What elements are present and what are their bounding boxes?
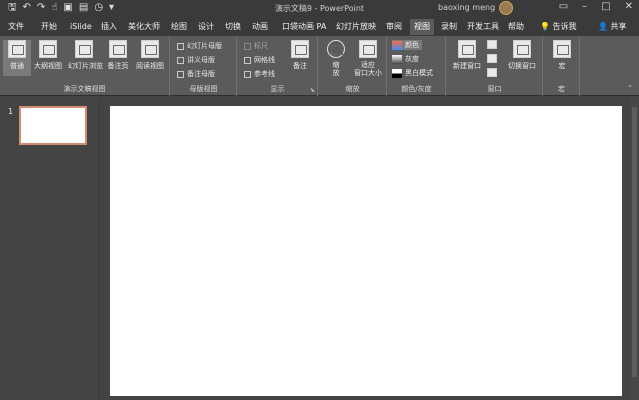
gridlines-checkbox[interactable]: 网格线 [244,55,275,65]
tab-draw[interactable]: 绘图 [171,19,187,35]
zoom-button[interactable]: 缩 放 [322,40,350,77]
group-color-grayscale: 颜色 灰度 黑白模式 颜色/灰度 [388,36,446,96]
move-split-icon[interactable] [487,68,497,77]
ruler-checkbox[interactable]: 标尺 [244,41,268,51]
minimize-icon[interactable]: – [582,1,587,12]
tab-home[interactable]: 开始 [41,19,57,35]
tab-design[interactable]: 设计 [198,19,214,35]
fit-window-icon [359,40,377,58]
ribbon: 普通 大纲视图 幻灯片浏览 备注页 阅读视图 演示文稿视图 幻灯片母版 讲义母版… [0,36,639,96]
normal-view-button[interactable]: 普通 [3,40,31,76]
grayscale-icon [392,54,402,64]
group-master-views: 幻灯片母版 讲义母版 备注母版 母版视图 [171,36,237,96]
black-white-icon [392,68,402,78]
person-icon: 👤 [598,22,611,31]
avatar[interactable] [499,1,513,15]
tab-transitions[interactable]: 切换 [225,19,241,35]
group-label: 演示文稿视图 [63,85,106,93]
tab-view[interactable]: 视图 [410,19,434,35]
color-option[interactable]: 颜色 [392,40,422,50]
group-label: 缩放 [345,85,360,93]
workspace: 1 [0,97,639,400]
notes-master-icon [177,70,184,78]
window-controls: ▭ – □ ✕ [559,1,633,12]
group-label: 颜色/灰度 [401,85,432,93]
tab-islide[interactable]: iSlide [70,19,92,35]
group-label: 宏 [558,85,565,93]
notes-icon [291,40,309,58]
notes-master-button[interactable]: 备注母版 [177,69,215,79]
outline-view-icon [39,40,57,58]
macros-button[interactable]: 宏 [548,40,576,76]
checkbox-icon [244,56,251,64]
group-macros: 宏 宏 [544,36,580,96]
ribbon-tabs: 文件 开始 iSlide 插入 美化大师 绘图 设计 切换 动画 口袋动画 PA… [0,16,639,36]
tab-beautify-master[interactable]: 美化大师 [128,19,160,35]
switch-windows-icon [513,40,531,58]
group-show: 标尺 网格线 参考线 备注 ⬊ 显示 [238,36,318,96]
new-window-icon [458,40,476,58]
color-icon [392,40,402,50]
group-window: 新建窗口 切换窗口 窗口 [447,36,543,96]
slide-canvas[interactable] [110,106,622,396]
cascade-icon[interactable] [487,54,497,63]
slide-master-icon [177,42,184,50]
group-label: 显示 [270,85,285,93]
notes-page-button[interactable]: 备注页 [104,40,132,76]
grayscale-option[interactable]: 灰度 [392,54,419,64]
close-icon[interactable]: ✕ [625,1,633,12]
tell-me-search[interactable]: 💡 告诉我 [540,19,577,35]
checkbox-icon [244,70,251,78]
tab-record[interactable]: 录制 [441,19,457,35]
slide-sorter-icon [75,40,93,58]
checkbox-icon [244,42,251,50]
slide-thumbnail-pane: 1 [0,97,100,400]
magnifier-icon [327,40,345,58]
new-window-button[interactable]: 新建窗口 [451,40,483,76]
notes-page-icon [109,40,127,58]
tab-animations[interactable]: 动画 [252,19,268,35]
reading-view-icon [141,40,159,58]
arrange-all-icon[interactable] [487,40,497,49]
tab-file[interactable]: 文件 [8,19,24,35]
group-label: 母版视图 [189,85,218,93]
share-button[interactable]: 👤 共享 [598,19,627,35]
slide-number: 1 [8,107,14,116]
handout-master-button[interactable]: 讲义母版 [177,55,215,65]
tab-insert[interactable]: 插入 [101,19,117,35]
group-zoom: 缩 放 适应 窗口大小 缩放 [319,36,387,96]
macro-icon [553,40,571,58]
black-white-option[interactable]: 黑白模式 [392,68,433,78]
scrollbar-thumb[interactable] [632,107,637,377]
outline-view-button[interactable]: 大纲视图 [34,40,62,76]
tab-slideshow[interactable]: 幻灯片放映 [336,19,376,35]
vertical-scrollbar[interactable] [630,97,639,400]
tab-review[interactable]: 审阅 [386,19,402,35]
fit-to-window-button[interactable]: 适应 窗口大小 [351,40,385,77]
group-label: 窗口 [487,85,502,93]
slide-master-button[interactable]: 幻灯片母版 [177,41,222,51]
maximize-icon[interactable]: □ [601,1,610,12]
normal-view-icon [8,40,26,58]
switch-windows-button[interactable]: 切换窗口 [505,40,539,76]
title-bar: 🖫 ↶ ↷ ☝ ▣ ▤ ◷ ▾ 演示文稿9 - PowerPoint baoxi… [0,0,639,16]
tab-developer[interactable]: 开发工具 [467,19,499,35]
guides-checkbox[interactable]: 参考线 [244,69,275,79]
notes-button[interactable]: 备注 [286,40,314,76]
ribbon-display-options-icon[interactable]: ▭ [559,1,568,12]
slide-sorter-button[interactable]: 幻灯片浏览 [68,40,103,76]
group-presentation-views: 普通 大纲视图 幻灯片浏览 备注页 阅读视图 演示文稿视图 [0,36,170,96]
lightbulb-icon: 💡 [540,22,553,31]
tab-help[interactable]: 帮助 [508,19,524,35]
reading-view-button[interactable]: 阅读视图 [135,40,165,76]
handout-master-icon [177,56,184,64]
document-title: 演示文稿9 - PowerPoint [274,4,365,13]
user-name[interactable]: baoxing meng [438,3,495,12]
tab-pocket-animation[interactable]: 口袋动画 PA [282,19,326,35]
slide-thumbnail[interactable] [19,106,87,145]
collapse-ribbon-icon[interactable]: ⌃ [627,84,633,92]
